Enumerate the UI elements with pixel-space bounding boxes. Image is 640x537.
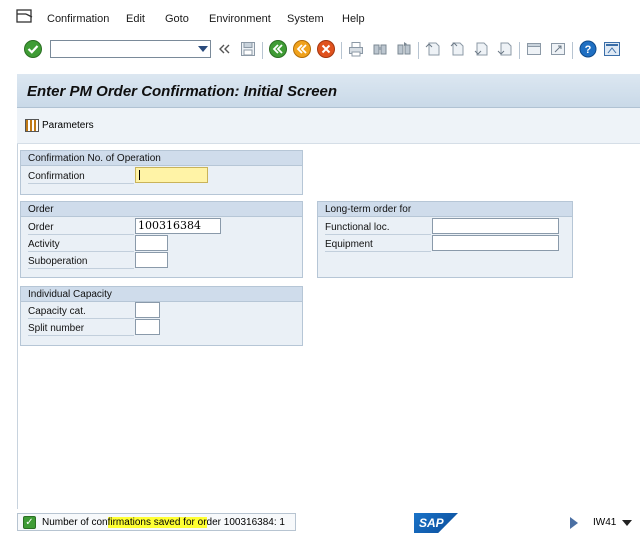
last-page-icon[interactable] [495,39,515,59]
first-page-icon[interactable] [423,39,443,59]
print-icon[interactable] [346,39,366,59]
label-underline [28,318,134,319]
success-check-icon: ✓ [23,516,36,529]
toolbar-separator [418,42,419,59]
screen-title-bar: Enter PM Order Confirmation: Initial Scr… [17,74,640,108]
system-menu-icon[interactable] [16,8,34,24]
group-title: Individual Capacity [21,287,302,302]
parameters-icon [25,119,39,132]
status-text-part: Number of con [42,517,108,528]
help-icon[interactable]: ? [578,39,598,59]
order-label: Order [28,222,54,233]
status-text-part: der 100316384: 1 [206,517,285,528]
group-title: Long-term order for [318,202,572,217]
next-page-icon[interactable] [471,39,491,59]
activity-field[interactable] [135,235,168,251]
capacity-cat-field[interactable] [135,302,160,318]
toolbar-separator [519,42,520,59]
menu-goto[interactable]: Goto [165,13,189,25]
enter-icon[interactable] [23,39,43,59]
label-underline [28,183,134,184]
label-underline [28,268,134,269]
new-session-icon[interactable] [524,39,544,59]
sap-logo: SAP [414,513,458,533]
menu-help[interactable]: Help [342,13,365,25]
label-underline [28,234,134,235]
layout-icon[interactable] [602,39,622,59]
parameters-button[interactable]: Parameters [25,119,94,132]
group-title: Confirmation No. of Operation [21,151,302,166]
find-next-icon[interactable] [394,39,414,59]
order-value: 100316384 [138,219,201,232]
application-toolbar: Parameters [17,108,640,144]
back-icon[interactable] [268,39,288,59]
group-title: Order [21,202,302,217]
toolbar-separator [572,42,573,59]
split-number-field[interactable] [135,319,160,335]
play-icon[interactable] [570,517,578,529]
transaction-code: IW41 [593,517,617,528]
exit-icon[interactable] [292,39,312,59]
chevron-down-icon[interactable] [198,46,208,52]
toolbar-separator [341,42,342,59]
equipment-field[interactable] [432,235,559,251]
menu-confirmation[interactable]: Confirmation [47,13,109,25]
status-text-highlight: firmations saved for or [107,517,207,528]
parameters-label: Parameters [42,120,94,131]
label-underline [325,234,431,235]
menu-edit[interactable]: Edit [126,13,145,25]
chevron-down-icon[interactable] [622,520,632,526]
label-underline [325,251,431,252]
split-number-label: Split number [28,323,85,334]
shortcut-icon[interactable] [548,39,568,59]
command-field[interactable] [50,40,211,58]
functional-loc-field[interactable] [432,218,559,234]
save-icon[interactable] [238,39,258,59]
cancel-icon[interactable] [316,39,336,59]
page-title: Enter PM Order Confirmation: Initial Scr… [27,83,338,100]
equipment-label: Equipment [325,239,373,250]
confirmation-field[interactable] [135,167,208,183]
menu-system[interactable]: System [287,13,324,25]
status-bar: ✓ Number of confirmations saved for orde… [0,509,640,537]
toolbar-separator [262,42,263,59]
confirmation-label: Confirmation [28,171,85,182]
label-underline [28,335,134,336]
text-cursor [139,170,140,180]
double-left-arrow-icon[interactable] [214,39,234,59]
menu-bar: Confirmation Edit Goto Environment Syste… [0,0,640,37]
order-field[interactable]: 100316384 [135,218,221,234]
previous-page-icon[interactable] [447,39,467,59]
activity-label: Activity [28,239,60,250]
find-icon[interactable] [370,39,390,59]
suboperation-label: Suboperation [28,256,88,267]
status-message[interactable]: ✓ Number of confirmations saved for orde… [17,513,296,531]
status-text: Number of confirmations saved for order … [42,517,285,528]
svg-text:?: ? [585,44,592,56]
label-underline [28,251,134,252]
capacity-cat-label: Capacity cat. [28,306,86,317]
suboperation-field[interactable] [135,252,168,268]
menu-environment[interactable]: Environment [209,13,271,25]
functional-loc-label: Functional loc. [325,222,390,233]
